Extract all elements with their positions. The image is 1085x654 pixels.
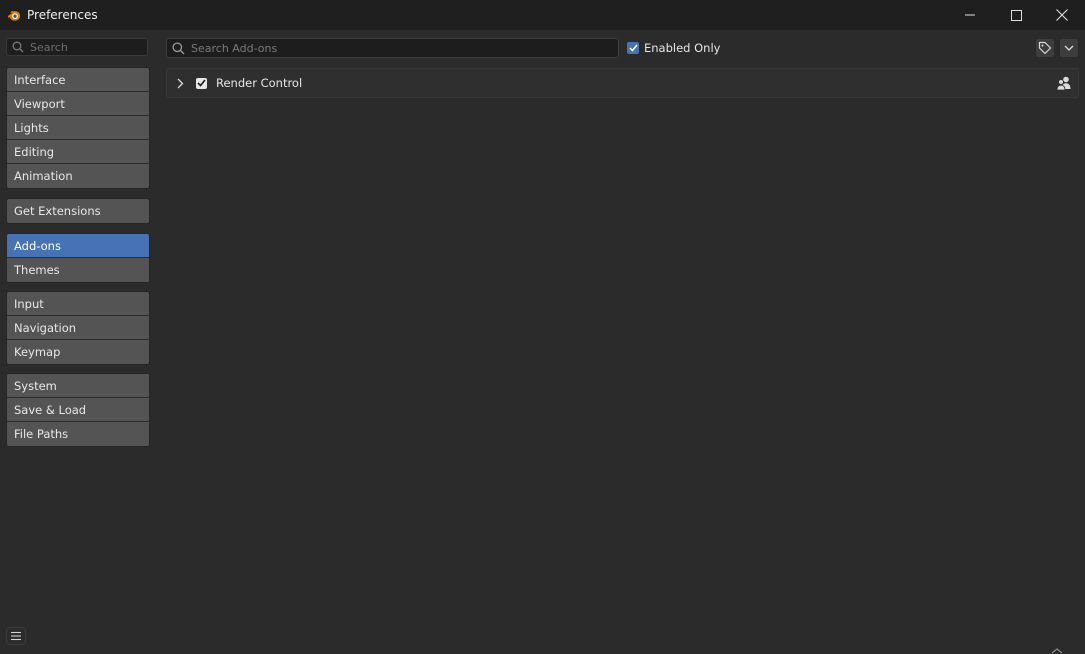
close-button[interactable] [1039,0,1085,30]
sidebar-item-editing[interactable]: Editing [7,140,149,164]
user-addon-icon [1056,76,1072,94]
sidebar-item-viewport[interactable]: Viewport [7,92,149,116]
enabled-only-toggle[interactable]: Enabled Only [627,41,720,55]
sidebar-item-keymap[interactable]: Keymap [7,340,149,364]
addon-row: Render Control [166,68,1079,98]
title-bar: Preferences [0,0,1085,30]
sidebar-item-themes[interactable]: Themes [7,258,149,282]
sidebar-item-save-load[interactable]: Save & Load [7,398,149,422]
minimize-icon [965,14,975,16]
sidebar: Interface Viewport Lights Editing Animat… [6,38,150,447]
sidebar-item-lights[interactable]: Lights [7,116,149,140]
enabled-only-checkbox[interactable] [627,42,639,54]
enabled-only-label: Enabled Only [644,41,721,55]
expand-addon-button[interactable] [177,78,187,89]
addon-enabled-checkbox[interactable] [196,77,207,89]
preferences-menu-button[interactable] [6,627,26,645]
chevron-up-icon[interactable] [1049,646,1065,654]
tag-icon [1038,41,1052,55]
minimize-button[interactable] [947,0,993,30]
sidebar-item-system[interactable]: System [7,374,149,398]
checkmark-icon [628,44,638,52]
addon-search[interactable] [166,38,619,58]
close-icon [1056,9,1068,21]
sidebar-item-get-extensions[interactable]: Get Extensions [7,199,149,223]
options-dropdown-button[interactable] [1059,38,1079,58]
sidebar-item-interface[interactable]: Interface [7,68,149,92]
sidebar-item-navigation[interactable]: Navigation [7,316,149,340]
checkmark-icon [197,79,206,87]
window-title: Preferences [27,8,98,22]
chevron-right-icon [177,78,184,88]
maximize-button[interactable] [993,0,1039,30]
blender-logo-icon [7,8,21,22]
search-icon [172,41,185,54]
sidebar-group-input: Input Navigation Keymap [6,291,150,365]
maximize-icon [1010,9,1022,21]
sidebar-group-extensions: Get Extensions [6,198,150,224]
addons-toolbar: Enabled Only [166,38,1079,58]
sidebar-search[interactable] [6,38,148,56]
sidebar-item-addons[interactable]: Add-ons [7,234,149,258]
addon-name: Render Control [216,76,303,90]
sidebar-search-input[interactable] [30,40,140,54]
window-controls [947,0,1085,30]
sidebar-item-input[interactable]: Input [7,292,149,316]
chevron-down-icon [1064,45,1074,51]
sidebar-group-general: Interface Viewport Lights Editing Animat… [6,67,150,189]
tags-filter-button[interactable] [1035,38,1055,58]
sidebar-group-system: System Save & Load File Paths [6,373,150,447]
sidebar-item-file-paths[interactable]: File Paths [7,422,149,446]
sidebar-group-addons: Add-ons Themes [6,233,150,283]
hamburger-menu-icon [11,631,21,641]
addon-search-input[interactable] [191,41,591,55]
sidebar-item-animation[interactable]: Animation [7,164,149,188]
search-icon [12,41,24,53]
